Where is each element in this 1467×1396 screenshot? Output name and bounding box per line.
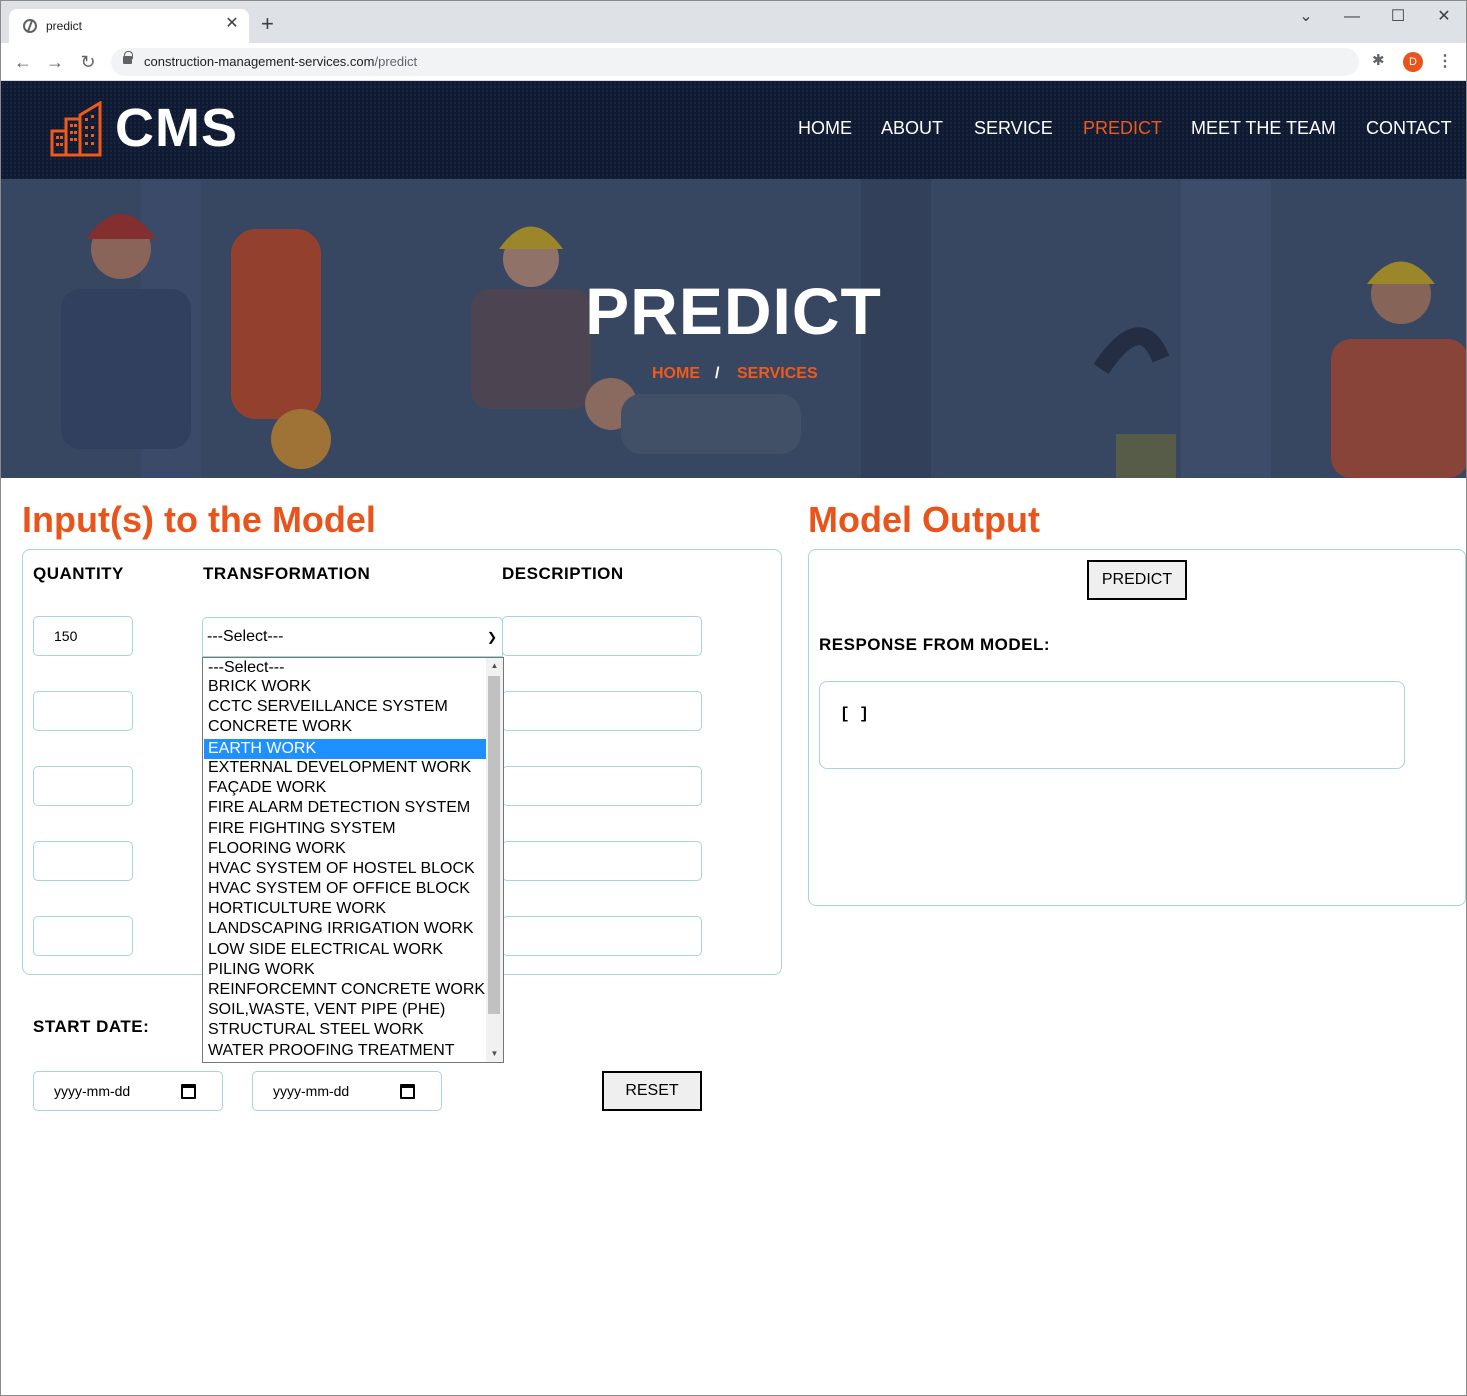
forward-icon[interactable]: → [43,50,67,74]
output-title: Model Output [808,499,1040,540]
url-text[interactable]: construction-management-services.com/pre… [144,54,417,69]
dropdown-option[interactable]: WATER PROOFING TREATMENT [204,1041,487,1061]
new-tab-icon[interactable]: + [261,13,274,35]
response-value: [ ] [840,705,869,723]
quantity-input[interactable] [33,841,133,881]
nav-predict[interactable]: PREDICT [1083,118,1162,139]
quantity-input[interactable] [33,766,133,806]
breadcrumb-separator: / [715,365,720,382]
back-icon[interactable]: ← [11,50,35,74]
end-date-placeholder: yyyy-mm-dd [273,1083,350,1099]
transformation-select[interactable]: ---Select--- ❯ [202,617,503,657]
dropdown-option[interactable]: FIRE FIGHTING SYSTEM [204,819,487,839]
close-tab-icon[interactable]: ✕ [223,15,241,33]
scroll-up-icon[interactable]: ▲ [486,658,503,674]
quantity-input[interactable] [33,916,133,956]
nav-service[interactable]: SERVICE [974,118,1053,139]
start-date-label: START DATE: [33,1017,150,1036]
breadcrumb-services[interactable]: SERVICES [737,365,818,383]
start-date-placeholder: yyyy-mm-dd [54,1083,131,1099]
maximize-icon[interactable]: ☐ [1383,7,1413,27]
dropdown-option[interactable]: HVAC SYSTEM OF OFFICE BLOCK [204,879,487,899]
dropdown-option[interactable]: SOIL,WASTE, VENT PIPE (PHE) [204,1000,487,1020]
end-date-input[interactable]: yyyy-mm-dd [252,1071,442,1111]
nav-contact[interactable]: CONTACT [1366,118,1452,139]
dropdown-option[interactable]: EXTERNAL DEVELOPMENT WORK [204,758,487,778]
dropdown-option[interactable]: FIRE ALARM DETECTION SYSTEM [204,798,487,818]
quantity-input[interactable]: 150 [33,616,133,656]
response-label: RESPONSE FROM MODEL: [819,635,1051,654]
dropdown-option[interactable]: BRICK WORK [204,677,487,697]
dropdown-option[interactable]: CCTC SERVEILLANCE SYSTEM [204,697,487,717]
nav-meet-the-team[interactable]: MEET THE TEAM [1191,118,1336,139]
response-box: [ ] [819,681,1405,769]
dropdown-option[interactable]: LANDSCAPING IRRIGATION WORK [204,919,487,939]
select-value: ---Select--- [207,628,284,645]
menu-icon[interactable]: ⋮ [1437,51,1453,73]
description-input[interactable] [502,841,702,881]
quantity-header: QUANTITY [33,564,124,583]
browser-toolbar: ← → ↻ construction-management-services.c… [1,43,1466,81]
extensions-icon[interactable]: ✱ [1372,53,1388,69]
start-date-input[interactable]: yyyy-mm-dd [33,1071,223,1111]
dropdown-option[interactable]: FLOORING WORK [204,839,487,859]
browser-tab[interactable]: predict ✕ [9,9,249,43]
description-input[interactable] [502,616,702,656]
dropdown-scrollbar[interactable]: ▲ ▼ [486,658,503,1062]
description-input[interactable] [502,766,702,806]
scrollbar-thumb[interactable] [488,676,500,1014]
tab-strip: predict ✕ + ⌄ — ☐ ✕ [1,1,1466,43]
dropdown-option[interactable]: STRUCTURAL STEEL WORK [204,1020,487,1040]
tab-search-icon[interactable]: ⌄ [1291,7,1321,27]
description-input[interactable] [502,916,702,956]
profile-avatar[interactable]: D [1403,52,1423,72]
scroll-down-icon[interactable]: ▼ [486,1046,503,1062]
dropdown-option[interactable]: FAÇADE WORK [204,778,487,798]
reset-button[interactable]: RESET [602,1071,702,1111]
dropdown-option[interactable]: ---Select--- [204,658,487,678]
calendar-icon[interactable] [181,1084,196,1099]
close-window-icon[interactable]: ✕ [1429,7,1459,27]
nav-about[interactable]: ABOUT [881,118,943,139]
address-bar[interactable]: construction-management-services.com/pre… [111,48,1359,76]
tab-title: predict [46,19,83,33]
description-input[interactable] [502,691,702,731]
dropdown-option[interactable]: PILING WORK [204,960,487,980]
transformation-header: TRANSFORMATION [203,564,371,583]
quantity-input[interactable] [33,691,133,731]
dropdown-option[interactable]: HORTICULTURE WORK [204,899,487,919]
transformation-dropdown-list[interactable]: ---Select--- BRICK WORK CCTC SERVEILLANC… [202,657,504,1063]
chevron-down-icon: ❯ [486,630,497,644]
predict-button[interactable]: PREDICT [1087,560,1187,600]
inputs-title: Input(s) to the Model [22,499,376,540]
dropdown-option[interactable]: HVAC SYSTEM OF HOSTEL BLOCK [204,859,487,879]
nav-home[interactable]: HOME [798,118,852,139]
dropdown-option[interactable]: CONCRETE WORK [204,717,487,737]
dropdown-option-highlighted[interactable]: EARTH WORK [204,739,487,759]
building-logo-icon[interactable] [49,101,103,157]
browser-window: predict ✕ + ⌄ — ☐ ✕ ← → ↻ construction-m… [0,0,1467,1396]
breadcrumb-home[interactable]: HOME [652,365,700,383]
reload-icon[interactable]: ↻ [76,50,100,74]
dropdown-option[interactable]: LOW SIDE ELECTRICAL WORK [204,940,487,960]
site-logo-text[interactable]: CMS [115,97,238,159]
dropdown-option[interactable]: REINFORCEMNT CONCRETE WORK [204,980,487,1000]
calendar-icon[interactable] [400,1084,415,1099]
lock-icon [123,51,133,64]
globe-icon [23,19,37,33]
description-header: DESCRIPTION [502,564,624,583]
hero-title: PREDICT [585,274,882,348]
minimize-icon[interactable]: — [1337,7,1367,27]
